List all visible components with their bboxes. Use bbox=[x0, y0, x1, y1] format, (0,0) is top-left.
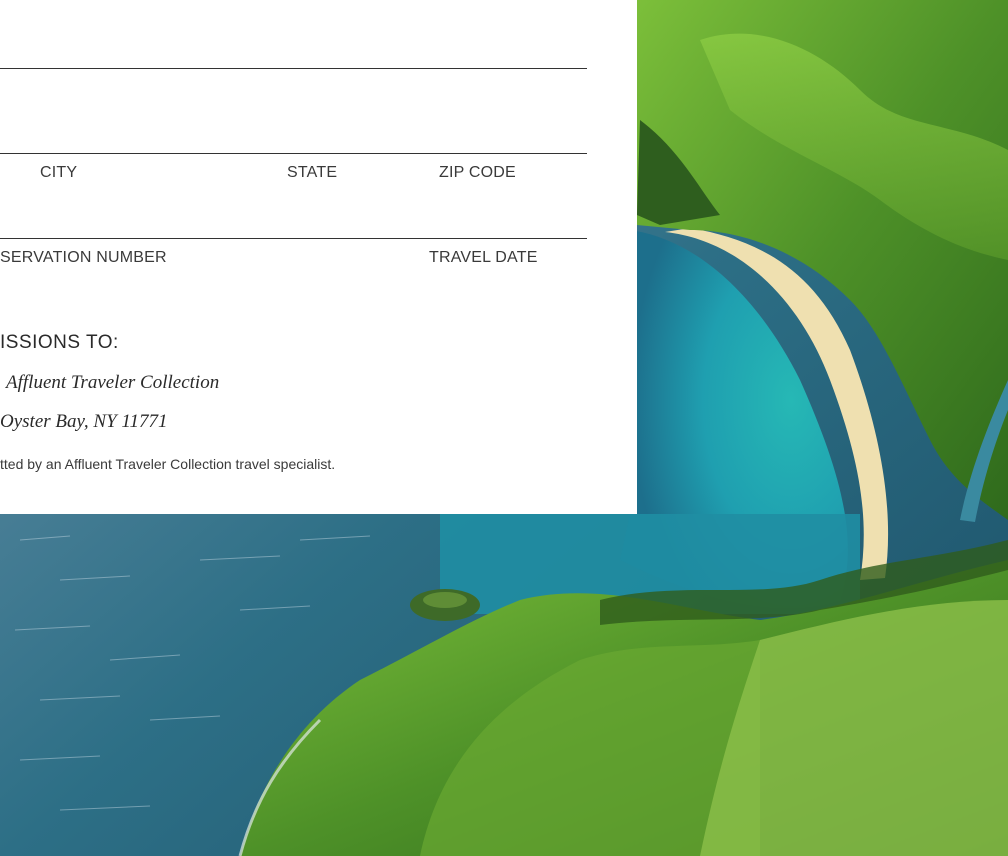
state-label: STATE bbox=[287, 164, 338, 181]
travel-date-label: TRAVEL DATE bbox=[429, 249, 538, 266]
form-line-address bbox=[0, 153, 587, 154]
reservation-form-card: CITY STATE ZIP CODE SERVATION NUMBER TRA… bbox=[0, 0, 637, 514]
submission-note: tted by an Affluent Traveler Collection … bbox=[0, 456, 336, 472]
reservation-number-label: SERVATION NUMBER bbox=[0, 249, 167, 266]
submit-heading: ISSIONS TO: bbox=[0, 332, 119, 353]
form-line-name bbox=[0, 68, 587, 69]
form-line-reservation bbox=[0, 238, 587, 239]
zip-code-label: ZIP CODE bbox=[439, 164, 516, 181]
city-label: CITY bbox=[40, 164, 78, 181]
collection-name: Affluent Traveler Collection bbox=[6, 372, 220, 393]
mailing-address: Oyster Bay, NY 11771 bbox=[0, 411, 168, 432]
